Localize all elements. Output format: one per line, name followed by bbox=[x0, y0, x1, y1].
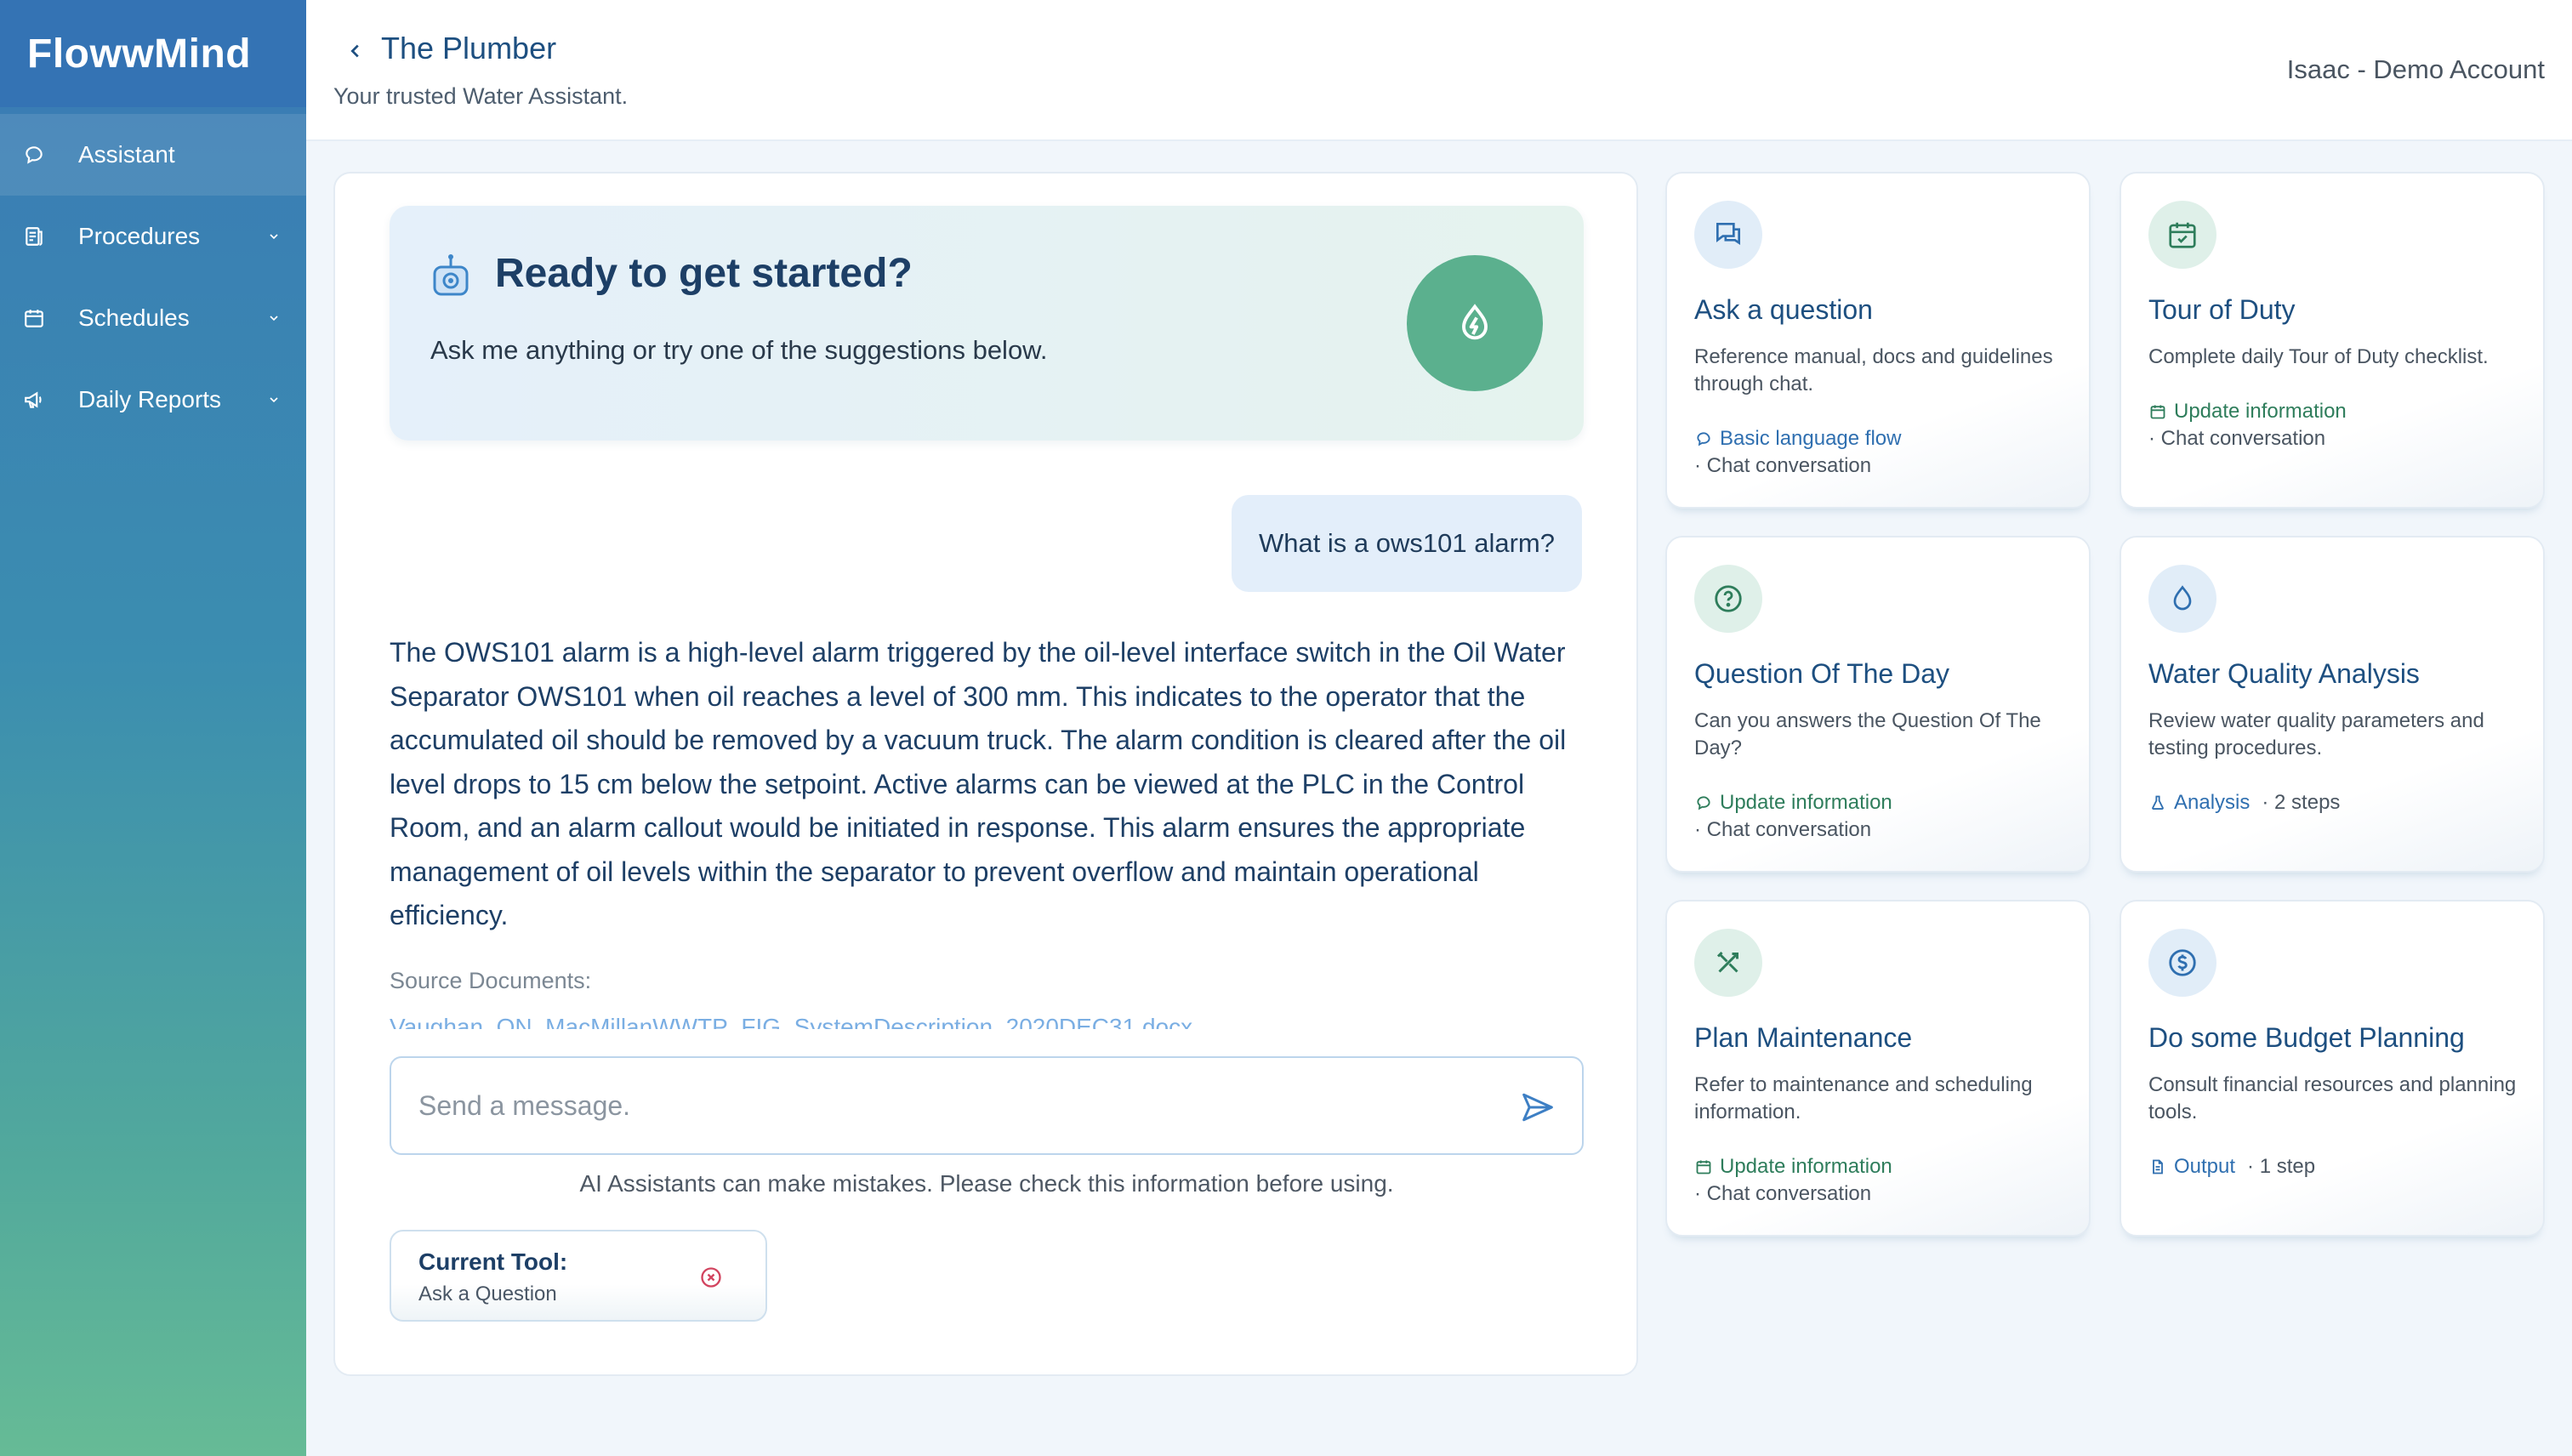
water-bolt-icon bbox=[1407, 255, 1543, 391]
tool-card-budget-planning[interactable]: Do some Budget Planning Consult financia… bbox=[2120, 900, 2545, 1237]
card-meta-secondary: · Chat conversation bbox=[1694, 1182, 1872, 1205]
sidebar-item-daily-reports[interactable]: Daily Reports bbox=[0, 359, 306, 441]
page-title: The Plumber bbox=[381, 31, 557, 65]
card-meta-label: Output bbox=[2174, 1155, 2236, 1178]
tool-card-ask-question[interactable]: Ask a question Reference manual, docs an… bbox=[1665, 172, 2091, 509]
card-meta-label: Update information bbox=[1720, 791, 1892, 814]
card-description: Refer to maintenance and scheduling info… bbox=[1694, 1073, 2033, 1123]
sidebar-item-label: Procedures bbox=[78, 223, 201, 249]
tool-card-water-quality[interactable]: Water Quality Analysis Review water qual… bbox=[2120, 536, 2545, 873]
send-icon[interactable] bbox=[1519, 1090, 1556, 1124]
chat-bubble-icon bbox=[1694, 429, 1713, 448]
card-meta-label: Update information bbox=[1720, 1155, 1892, 1178]
tool-card-tour-of-duty[interactable]: Tour of Duty Complete daily Tour of Duty… bbox=[2120, 172, 2545, 509]
card-description: Reference manual, docs and guidelines th… bbox=[1694, 345, 2053, 395]
card-description: Consult financial resources and planning… bbox=[2148, 1073, 2517, 1123]
card-meta-label: Update information bbox=[2174, 400, 2347, 423]
tool-card-plan-maintenance[interactable]: Plan Maintenance Refer to maintenance an… bbox=[1665, 900, 2091, 1237]
page-subtitle: Your trusted Water Assistant. bbox=[333, 83, 629, 109]
card-meta: Update information · Chat conversation bbox=[2148, 398, 2523, 452]
sidebar-item-label: Daily Reports bbox=[78, 386, 222, 412]
question-icon bbox=[1694, 565, 1762, 633]
hero-subtitle: Ask me anything or try one of the sugges… bbox=[430, 335, 1048, 365]
card-meta-secondary: · Chat conversation bbox=[1694, 454, 1872, 477]
welcome-banner: Ready to get started? Ask me anything or… bbox=[390, 206, 1584, 441]
droplet-icon bbox=[2148, 565, 2216, 633]
robot-icon bbox=[430, 253, 471, 298]
back-arrow-icon[interactable] bbox=[339, 34, 373, 68]
card-meta-primary: Basic language flow bbox=[1694, 425, 2068, 452]
card-meta: Basic language flow · Chat conversation bbox=[1694, 425, 2068, 480]
card-meta: Output · 1 step bbox=[2148, 1153, 2523, 1180]
card-meta: Update information · Chat conversation bbox=[1694, 1153, 2068, 1208]
brand-logo[interactable]: FlowwMind bbox=[0, 0, 306, 107]
sidebar: FlowwMind Assistant Procedures Schedules bbox=[0, 0, 306, 1456]
document-list-icon bbox=[20, 223, 48, 250]
calendar-check-icon bbox=[2148, 201, 2216, 269]
card-title: Question Of The Day bbox=[1694, 658, 1949, 689]
current-tool-chip: Current Tool: Ask a Question bbox=[390, 1230, 767, 1322]
card-title: Plan Maintenance bbox=[1694, 1022, 1913, 1053]
card-meta-primary: Update information bbox=[1694, 789, 2068, 816]
card-meta-secondary: · Chat conversation bbox=[2148, 427, 2326, 450]
sidebar-nav: Assistant Procedures Schedules Daily Rep… bbox=[0, 114, 306, 441]
card-description: Complete daily Tour of Duty checklist. bbox=[2148, 345, 2489, 368]
tools-icon bbox=[1694, 929, 1762, 997]
card-meta-steps: · 2 steps bbox=[2262, 791, 2341, 814]
sidebar-item-procedures[interactable]: Procedures bbox=[0, 196, 306, 277]
card-description: Review water quality parameters and test… bbox=[2148, 709, 2484, 759]
calendar-icon bbox=[1694, 1157, 1713, 1176]
card-description: Can you answers the Question Of The Day? bbox=[1694, 709, 2041, 759]
card-meta-primary: Update information bbox=[2148, 398, 2523, 425]
current-tool-name: Ask a Question bbox=[418, 1283, 557, 1305]
message-input[interactable] bbox=[418, 1083, 1439, 1128]
current-tool-label: Current Tool: bbox=[418, 1248, 568, 1275]
flask-icon bbox=[2148, 793, 2167, 812]
account-menu[interactable]: Isaac - Demo Account bbox=[2287, 54, 2545, 85]
calendar-icon bbox=[20, 304, 48, 332]
card-title: Tour of Duty bbox=[2148, 294, 2296, 325]
sidebar-item-label: Schedules bbox=[78, 304, 190, 331]
message-composer bbox=[390, 1056, 1584, 1155]
chevron-down-icon[interactable] bbox=[265, 310, 282, 327]
card-meta-label: Basic language flow bbox=[1720, 427, 1902, 450]
sidebar-item-assistant[interactable]: Assistant bbox=[0, 114, 306, 196]
card-meta-primary: Update information bbox=[1694, 1153, 2068, 1180]
card-title: Ask a question bbox=[1694, 294, 1873, 325]
tool-card-question-of-the-day[interactable]: Question Of The Day Can you answers the … bbox=[1665, 536, 2091, 873]
card-meta: Analysis · 2 steps bbox=[2148, 789, 2523, 816]
user-message: What is a ows101 alarm? bbox=[1231, 495, 1582, 592]
card-meta-steps: · 1 step bbox=[2247, 1155, 2316, 1178]
disclaimer-text: AI Assistants can make mistakes. Please … bbox=[579, 1170, 1394, 1197]
chevron-down-icon[interactable] bbox=[265, 228, 282, 245]
hero-title: Ready to get started? bbox=[495, 251, 913, 296]
chat-icon bbox=[1694, 201, 1762, 269]
dollar-icon bbox=[2148, 929, 2216, 997]
card-meta-label: Analysis bbox=[2174, 791, 2250, 814]
card-meta-primary: Output · 1 step bbox=[2148, 1153, 2523, 1180]
source-document-link[interactable]: Vaughan_ON_MacMillanWWTP_FIG_SystemDescr… bbox=[390, 1010, 1325, 1029]
megaphone-icon bbox=[20, 386, 48, 413]
card-meta-primary: Analysis · 2 steps bbox=[2148, 789, 2523, 816]
sidebar-item-schedules[interactable]: Schedules bbox=[0, 277, 306, 359]
card-meta: Update information · Chat conversation bbox=[1694, 789, 2068, 844]
sidebar-item-label: Assistant bbox=[78, 141, 175, 168]
chat-bubble-icon bbox=[1694, 793, 1713, 812]
document-icon bbox=[2148, 1157, 2167, 1176]
assistant-message: The OWS101 alarm is a high-level alarm t… bbox=[390, 637, 1567, 930]
page-header: The Plumber Your trusted Water Assistant… bbox=[306, 0, 2572, 141]
card-title: Water Quality Analysis bbox=[2148, 658, 2420, 689]
card-title: Do some Budget Planning bbox=[2148, 1022, 2465, 1053]
sources-label: Source Documents: bbox=[390, 968, 592, 993]
card-meta-secondary: · Chat conversation bbox=[1694, 818, 1872, 841]
chat-bubble-icon bbox=[20, 141, 48, 168]
close-circle-icon[interactable] bbox=[697, 1264, 725, 1291]
calendar-icon bbox=[2148, 402, 2167, 421]
chat-panel: Ready to get started? Ask me anything or… bbox=[333, 172, 1638, 1376]
chevron-down-icon[interactable] bbox=[265, 391, 282, 408]
